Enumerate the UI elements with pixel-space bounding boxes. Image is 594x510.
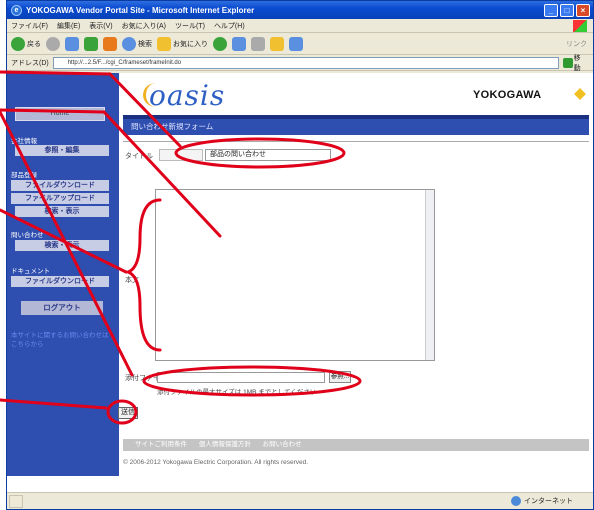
star-icon bbox=[157, 36, 171, 51]
menu-favorites[interactable]: お気に入り(A) bbox=[122, 21, 166, 31]
minimize-icon[interactable]: _ bbox=[544, 3, 558, 17]
menu-bar: ファイル(F) 編集(E) 表示(V) お気に入り(A) ツール(T) ヘルプ(… bbox=[7, 19, 593, 33]
title-input[interactable]: 部品の問い合わせ bbox=[205, 149, 331, 161]
home-button[interactable]: Home bbox=[15, 107, 105, 121]
back-arrow-icon bbox=[11, 36, 25, 51]
forward-arrow-icon[interactable] bbox=[46, 36, 60, 51]
parts-search-button[interactable]: 検索・表示 bbox=[15, 206, 109, 217]
maximize-icon[interactable]: □ bbox=[560, 3, 574, 17]
mail-icon[interactable] bbox=[232, 36, 246, 51]
menu-help[interactable]: ヘルプ(H) bbox=[214, 21, 245, 31]
menu-edit[interactable]: 編集(E) bbox=[57, 21, 80, 31]
parts-label: 部品登録 bbox=[11, 172, 37, 179]
footer-links-bar: サイトご利用条件 個人情報保護方針 お問い合わせ bbox=[123, 439, 589, 451]
yokogawa-star-icon bbox=[574, 88, 586, 100]
search-icon bbox=[122, 36, 136, 51]
address-bar: アドレス(D) http://...2.5/F.../cgi_C/framese… bbox=[7, 55, 593, 72]
refresh-icon[interactable] bbox=[84, 36, 98, 51]
documents-label: ドキュメント bbox=[11, 268, 50, 275]
home-icon[interactable] bbox=[103, 36, 117, 51]
company-edit-button[interactable]: 参照・編集 bbox=[15, 145, 109, 156]
back-button[interactable]: 戻る bbox=[11, 36, 41, 51]
menu-file[interactable]: ファイル(F) bbox=[11, 21, 48, 31]
menu-tools[interactable]: ツール(T) bbox=[175, 21, 205, 31]
title-label: タイトル bbox=[125, 153, 153, 160]
go-arrow-icon bbox=[563, 57, 573, 68]
oasis-logo: oasis bbox=[149, 79, 226, 112]
send-button[interactable]: 送信 bbox=[118, 407, 138, 419]
window-title: YOKOGAWA Vendor Portal Site - Microsoft … bbox=[26, 5, 255, 15]
windows-flag-icon bbox=[573, 19, 587, 32]
media-icon[interactable] bbox=[213, 36, 227, 51]
toolbar: 戻る 検索 お気に入り リンク bbox=[7, 33, 593, 55]
documents-download-button[interactable]: ファイルダウンロード bbox=[11, 276, 109, 287]
ie-window: e YOKOGAWA Vendor Portal Site - Microsof… bbox=[6, 0, 594, 510]
copyright: © 2006-2012 Yokogawa Electric Corporatio… bbox=[123, 459, 309, 466]
inquiry-label: 問い合わせ bbox=[11, 232, 44, 239]
divider bbox=[123, 141, 589, 142]
address-input[interactable]: http://...2.5/F.../cgi_C/frameset/frameI… bbox=[52, 56, 559, 69]
globe-icon bbox=[511, 496, 521, 506]
address-label: アドレス(D) bbox=[11, 59, 49, 67]
footer-contact-link[interactable]: お問い合わせ bbox=[263, 441, 302, 448]
menu-view[interactable]: 表示(V) bbox=[89, 21, 112, 31]
browse-button[interactable]: 参照... bbox=[329, 371, 351, 383]
logout-button[interactable]: ログアウト bbox=[21, 301, 103, 315]
favorites-button[interactable]: お気に入り bbox=[157, 36, 208, 51]
sidebar: Home 会社情報 参照・編集 部品登録 ファイルダウンロード ファイルアップロ… bbox=[7, 73, 119, 476]
inquiry-search-button[interactable]: 検索・表示 bbox=[15, 240, 109, 251]
stop-icon[interactable] bbox=[65, 36, 79, 51]
body-scrollbar[interactable] bbox=[425, 190, 434, 360]
screenshot: e YOKOGAWA Vendor Portal Site - Microsof… bbox=[0, 0, 594, 510]
folder-icon[interactable] bbox=[270, 36, 284, 51]
ie-logo-icon: e bbox=[11, 4, 22, 16]
title-prefix-field[interactable] bbox=[159, 149, 203, 161]
company-info-label: 会社情報 bbox=[11, 138, 37, 145]
status-bar: インターネット bbox=[7, 492, 593, 509]
body-label: 本文 bbox=[125, 277, 139, 284]
yokogawa-brand: YOKOGAWA bbox=[473, 89, 542, 101]
window-titlebar[interactable]: e YOKOGAWA Vendor Portal Site - Microsof… bbox=[7, 1, 593, 19]
footer-terms-link[interactable]: サイトご利用条件 bbox=[135, 441, 187, 448]
page-content: Home 会社情報 参照・編集 部品登録 ファイルダウンロード ファイルアップロ… bbox=[7, 73, 593, 493]
parts-download-button[interactable]: ファイルダウンロード bbox=[11, 180, 109, 191]
attachment-input[interactable] bbox=[157, 372, 325, 383]
print-icon[interactable] bbox=[251, 36, 265, 51]
go-button[interactable]: 移動 bbox=[563, 55, 587, 72]
security-zone: インターネット bbox=[511, 496, 573, 506]
contact-note-link[interactable]: 本サイトに関するお問い合わせはこちらから bbox=[11, 331, 111, 349]
search-button[interactable]: 検索 bbox=[122, 36, 152, 51]
status-page-icon bbox=[9, 494, 23, 508]
form-title-bar: 問い合わせ新規フォーム bbox=[123, 115, 589, 135]
messenger-icon[interactable] bbox=[289, 36, 303, 51]
attachment-note: 添付ファイルの最大サイズは 1MB までとしてください bbox=[157, 389, 317, 396]
footer-privacy-link[interactable]: 個人情報保護方針 bbox=[199, 441, 251, 448]
close-icon[interactable]: × bbox=[576, 3, 590, 17]
body-textarea[interactable] bbox=[155, 189, 435, 361]
links-label[interactable]: リンク bbox=[566, 39, 593, 49]
parts-upload-button[interactable]: ファイルアップロード bbox=[11, 193, 109, 204]
